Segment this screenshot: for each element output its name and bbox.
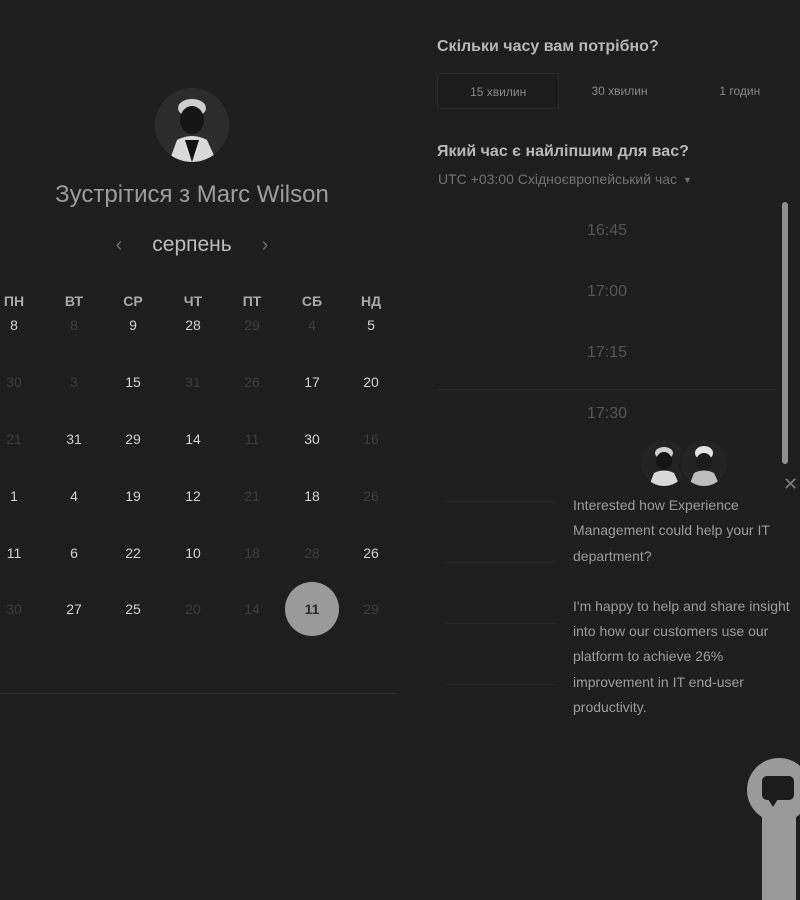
calendar-day[interactable]: 17 (292, 371, 332, 393)
timezone-label: UTC +03:00 Східноєвропейський час (438, 171, 678, 187)
calendar-day[interactable]: 4 (54, 485, 94, 507)
calendar-day[interactable]: 14 (173, 428, 213, 450)
calendar-day: 29 (244, 317, 260, 333)
time-slot[interactable]: 16:45 (437, 222, 777, 240)
calendar-day: 18 (244, 545, 260, 561)
calendar-day[interactable]: 25 (113, 598, 153, 620)
calendar-day: 26 (363, 488, 379, 504)
calendar-day[interactable]: 9 (113, 314, 153, 336)
calendar-grid: ПН ВТ СР ЧТ ПТ СБ НД 8 8 9 28 29 4 5 30 3 15 31 26 17 20 21 31… (0, 0, 400, 680)
calendar-day: 3 (70, 374, 78, 390)
calendar-day[interactable]: 31 (54, 428, 94, 450)
chat-launcher-button[interactable] (747, 758, 800, 822)
duration-options: 15 хвилин 30 хвилин 1 годин (437, 73, 800, 109)
duration-option[interactable]: 15 хвилин (437, 73, 560, 109)
chat-message-2: I'm happy to help and share insight into… (573, 597, 790, 716)
calendar-day[interactable]: 28 (173, 314, 213, 336)
calendar-day: 30 (6, 374, 22, 390)
close-icon[interactable]: ✕ (783, 474, 798, 495)
slot-divider (437, 389, 777, 390)
calendar-day: 4 (308, 317, 316, 333)
chat-bubble-icon (762, 776, 794, 807)
timezone-selector[interactable]: UTC +03:00 Східноєвропейський час ▼ (438, 171, 692, 187)
calendar-day: 8 (70, 317, 78, 333)
calendar-day: 31 (185, 374, 201, 390)
time-slot[interactable]: 17:15 (437, 344, 777, 362)
calendar-day[interactable]: 6 (54, 542, 94, 564)
calendar-day[interactable]: 19 (113, 485, 153, 507)
calendar-day[interactable]: 26 (351, 542, 391, 564)
chat-message: Interested how Experience Management cou… (573, 493, 795, 745)
person-avatar-icon (681, 440, 727, 486)
calendar-day: 11 (244, 431, 260, 447)
time-question: Який час є найліпшим для вас? (437, 143, 689, 160)
chat-launcher-tail (762, 815, 796, 900)
calendar-day[interactable]: 8 (0, 314, 34, 336)
duration-option[interactable]: 1 годин (680, 73, 800, 109)
calendar-day[interactable]: 18 (292, 485, 332, 507)
calendar-day: 29 (363, 601, 379, 617)
duration-question: Скільки часу вам потрібно? (437, 38, 659, 55)
time-slot[interactable]: 17:30 (437, 405, 777, 423)
weekday-header: СБ (301, 293, 323, 309)
chat-agent-avatars (639, 438, 729, 490)
weekday-header: НД (360, 293, 382, 309)
duration-option[interactable]: 30 хвилин (559, 73, 679, 109)
time-slot[interactable]: 17:00 (437, 283, 777, 301)
calendar-day[interactable]: 29 (113, 428, 153, 450)
weekday-header: СР (123, 293, 143, 309)
calendar-day[interactable]: 1 (0, 485, 34, 507)
calendar-day[interactable]: 27 (54, 598, 94, 620)
calendar-day[interactable]: 11 (0, 542, 34, 564)
calendar-day: 28 (304, 545, 320, 561)
caret-down-icon: ▼ (683, 175, 692, 186)
calendar-day[interactable]: 10 (173, 542, 213, 564)
calendar-day[interactable]: 5 (351, 314, 391, 336)
weekday-header: ВТ (64, 293, 84, 309)
weekday-header: ЧТ (183, 293, 203, 309)
calendar-day: 20 (185, 601, 201, 617)
divider (0, 693, 396, 694)
calendar-day[interactable]: 30 (292, 428, 332, 450)
calendar-day: 21 (6, 431, 22, 447)
calendar-day: 16 (363, 431, 379, 447)
calendar-day: 14 (244, 601, 260, 617)
calendar-day: 30 (6, 601, 22, 617)
calendar-day: 26 (244, 374, 260, 390)
calendar-day[interactable]: 22 (113, 542, 153, 564)
weekday-header: ПТ (242, 293, 262, 309)
calendar-day-selected[interactable]: 11 (285, 582, 339, 636)
calendar-day[interactable]: 20 (351, 371, 391, 393)
agent-avatar (679, 438, 729, 488)
weekday-header: ПН (3, 293, 25, 309)
slot-scrollbar[interactable] (782, 202, 788, 464)
calendar-day[interactable]: 15 (113, 371, 153, 393)
calendar-day[interactable]: 12 (173, 485, 213, 507)
chat-message-1: Interested how Experience Management cou… (573, 497, 770, 564)
calendar-day: 21 (244, 488, 260, 504)
